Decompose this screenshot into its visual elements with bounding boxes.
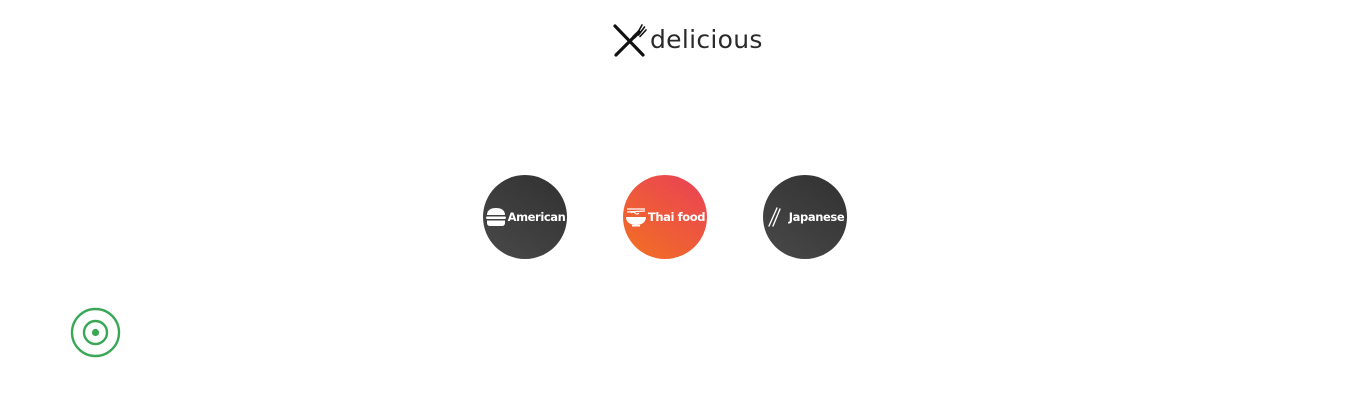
- logo-link[interactable]: delicious: [612, 22, 763, 58]
- category-american-button[interactable]: American: [483, 175, 567, 259]
- category-japanese-button[interactable]: Japanese: [763, 175, 847, 259]
- category-thai-food-button[interactable]: Thai food: [623, 175, 707, 259]
- category-thai-food-label: Thai food: [647, 210, 706, 224]
- logo-text: delicious: [650, 25, 763, 54]
- page: delicious American Thai food Japanese: [0, 0, 1366, 418]
- noodle-bowl-icon: [625, 208, 646, 227]
- category-japanese-label: Japanese: [788, 210, 845, 224]
- burger-icon: [485, 208, 506, 226]
- chopsticks-icon: [768, 207, 781, 227]
- fork-knife-icon: [613, 24, 647, 57]
- target-icon[interactable]: [70, 307, 121, 358]
- category-nav: American Thai food Japanese: [483, 175, 847, 259]
- category-american-label: American: [507, 210, 566, 224]
